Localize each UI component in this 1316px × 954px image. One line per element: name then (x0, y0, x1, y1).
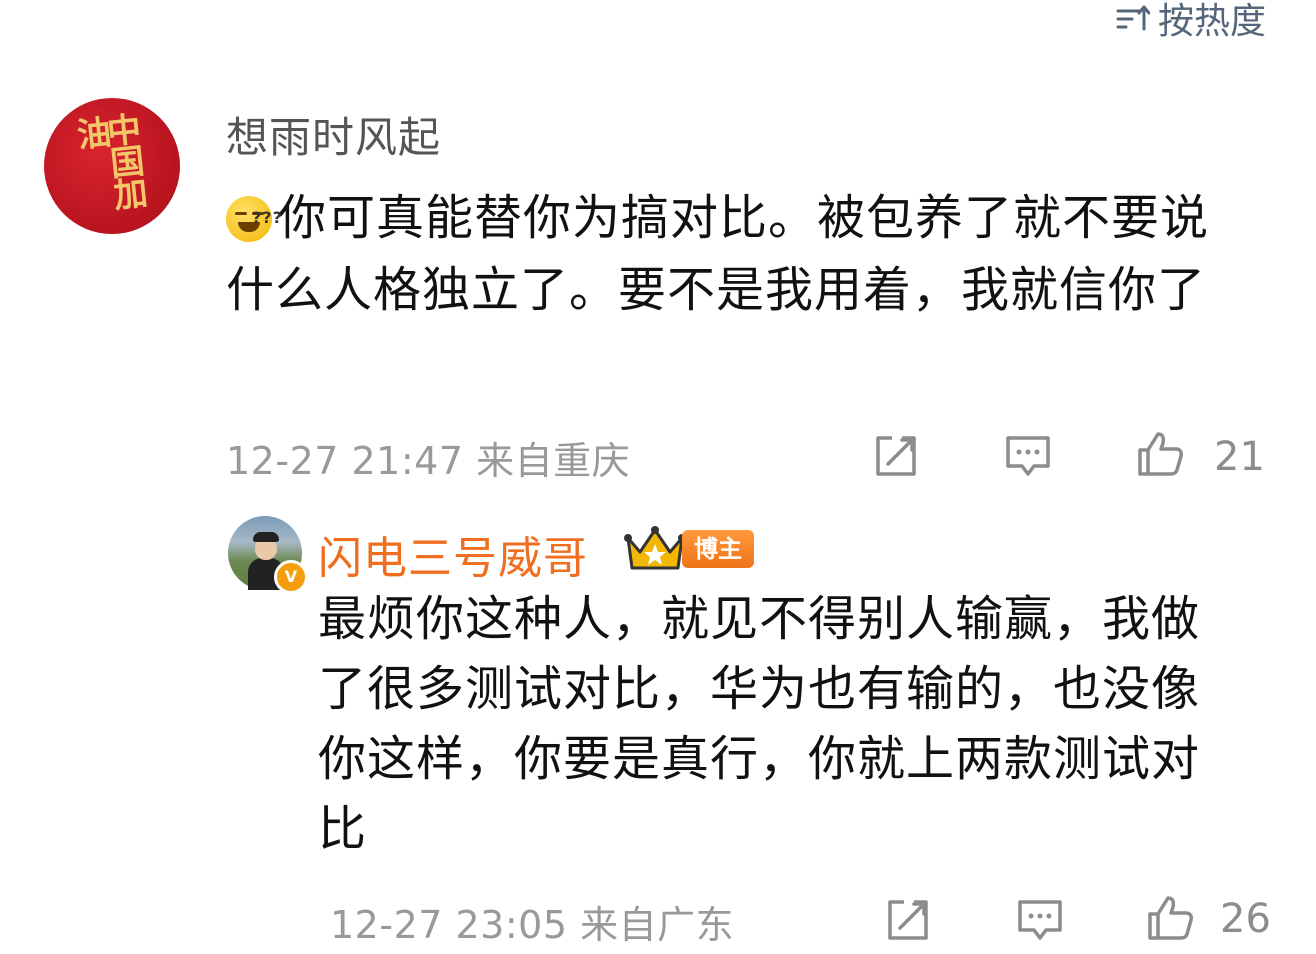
comment-location: 来自重庆 (476, 439, 631, 483)
crown-icon (624, 526, 686, 570)
repost-button[interactable] (872, 432, 920, 484)
reply-meta: 12-27 23:05 来自广东 (330, 894, 734, 949)
like-count: 21 (1214, 434, 1265, 480)
comment-thread: 按热度 中国加油 想雨时风起 ??? 你可真能替你为搞对比。被包养了就不要说什么人… (0, 0, 1316, 954)
comment-icon (1018, 900, 1062, 940)
thinking-grin-emoji-icon: ??? (226, 192, 282, 242)
v-verified-icon: V (274, 560, 308, 594)
comment-username[interactable]: 想雨时风起 (226, 104, 441, 165)
share-icon (876, 436, 916, 476)
reply-like-count: 26 (1220, 896, 1271, 942)
reply-avatar[interactable]: V (228, 516, 308, 594)
reply-comment-button[interactable] (1016, 896, 1064, 948)
comment-text: ??? 你可真能替你为搞对比。被包养了就不要说什么人格独立了。要不是我用着，我就信… (226, 182, 1236, 326)
reply-text: 最烦你这种人，就见不得别人输赢，我做了很多测试对比，华为也有输的，也没像你这样，… (318, 591, 1201, 857)
avatar[interactable]: 中国加油 (44, 98, 180, 234)
thumbs-up-icon (1148, 896, 1193, 940)
reply-time: 12-27 23:05 (330, 903, 568, 947)
comment-body: 你可真能替你为搞对比。被包养了就不要说什么人格独立了。要不是我用着，我就信你了 (226, 190, 1210, 318)
reply-username[interactable]: 闪电三号威哥 (318, 522, 588, 586)
comment-meta: 12-27 21:47 来自重庆 (226, 430, 630, 485)
reply-like-button[interactable] (1146, 894, 1194, 946)
comment-time: 12-27 21:47 (226, 439, 464, 483)
reply-location: 来自广东 (580, 903, 735, 947)
comment-button[interactable] (1004, 432, 1052, 484)
thumbs-up-icon (1138, 432, 1183, 476)
sort-icon (1116, 5, 1150, 31)
comment-icon (1006, 436, 1050, 476)
blogger-badge: 博主 (682, 530, 754, 568)
like-button[interactable] (1136, 430, 1184, 482)
share-icon (888, 900, 928, 940)
avatar-text: 中国加油 (68, 110, 149, 211)
sort-label: 按热度 (1157, 1, 1266, 42)
reply-repost-button[interactable] (884, 896, 932, 948)
sort-by-hot[interactable]: 按热度 (1114, 0, 1266, 44)
